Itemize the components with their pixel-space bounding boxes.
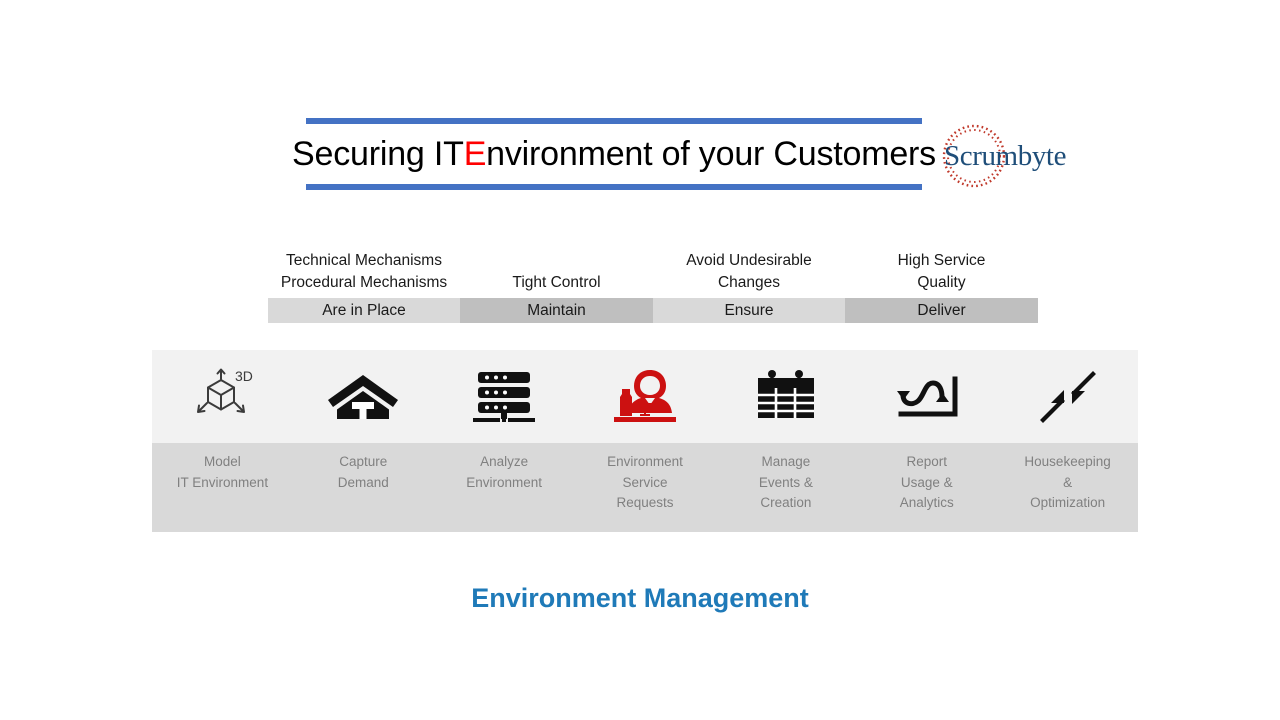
capability-label-line2: Usage & bbox=[900, 474, 953, 490]
outcome-bar-deliver: Deliver bbox=[845, 298, 1038, 323]
capability-label-line3: Optimization bbox=[1030, 495, 1106, 510]
capability-label: Capture Demand bbox=[338, 443, 389, 493]
outcome-bar-are-in-place: Are in Place bbox=[268, 298, 460, 323]
page-title: Environment Management bbox=[471, 583, 809, 613]
3d-cube-icon: 3D bbox=[191, 350, 253, 443]
outcomes-row: Technical Mechanisms Procedural Mechanis… bbox=[268, 250, 1038, 323]
capability-model-it-environment[interactable]: 3D Model IT Environment bbox=[152, 350, 293, 532]
banner-title-post: nvironment of your Customers bbox=[486, 134, 936, 173]
capability-label-line2: Service bbox=[622, 474, 668, 490]
capability-label-line1: Report bbox=[906, 454, 947, 469]
capability-label-line1: Model bbox=[204, 454, 241, 469]
capability-capture-demand[interactable]: Capture Demand bbox=[293, 350, 434, 532]
banner-title-highlight: E bbox=[463, 134, 487, 173]
compress-arrows-icon bbox=[1039, 350, 1097, 443]
outcome-head-1-line1: Technical Mechanisms bbox=[286, 252, 442, 269]
scrumbyte-logo: Scrumbyte bbox=[930, 118, 1090, 194]
outcome-bars: Are in Place Maintain Ensure Deliver bbox=[268, 298, 1038, 323]
capability-label-line3: Requests bbox=[616, 495, 674, 510]
outcome-bar-ensure: Ensure bbox=[653, 298, 845, 323]
capability-label-line2: Environment bbox=[466, 474, 543, 490]
capability-manage-events-creation[interactable]: Manage Events & Creation bbox=[715, 350, 856, 532]
slide-canvas: Securing IT Environment of your Customer… bbox=[0, 0, 1280, 720]
outcome-head-4: High Service Quality bbox=[845, 250, 1038, 298]
capability-label-line1: Housekeeping bbox=[1024, 454, 1111, 469]
capability-panel: 3D Model IT Environment Capture Demand A… bbox=[152, 350, 1138, 532]
capability-label-line2: Events & bbox=[758, 474, 813, 490]
outcome-head-2-line2: Tight Control bbox=[512, 274, 601, 291]
outcome-head-4-line2: Quality bbox=[917, 274, 966, 291]
outcome-headings: Technical Mechanisms Procedural Mechanis… bbox=[268, 250, 1038, 298]
capability-label: Manage Events & Creation bbox=[759, 443, 813, 514]
capability-analyze-environment[interactable]: Analyze Environment bbox=[434, 350, 575, 532]
capability-label-line1: Environment bbox=[607, 454, 683, 469]
outcome-head-4-line1: High Service bbox=[897, 252, 986, 269]
capability-label: Model IT Environment bbox=[177, 443, 268, 493]
outcome-bar-maintain: Maintain bbox=[460, 298, 653, 323]
outcome-head-3-line1: Avoid Undesirable bbox=[686, 252, 812, 269]
banner-title: Securing IT Environment of your Customer… bbox=[292, 126, 936, 182]
capability-label-line1: Manage bbox=[761, 454, 811, 469]
capability-label: Environment Service Requests bbox=[607, 443, 683, 514]
capability-housekeeping-optimization[interactable]: Housekeeping & Optimization bbox=[997, 350, 1138, 532]
outcome-head-3-line2: Changes bbox=[717, 274, 781, 291]
capability-label-line1: Analyze bbox=[480, 454, 529, 469]
outcome-head-3: Avoid Undesirable Changes bbox=[653, 250, 845, 298]
capability-label-line2: IT Environment bbox=[176, 474, 269, 490]
capability-report-usage-analytics[interactable]: Report Usage & Analytics bbox=[856, 350, 997, 532]
capability-label: Report Usage & Analytics bbox=[900, 443, 954, 514]
banner-title-pre: Securing IT bbox=[292, 134, 464, 173]
header-banner: Securing IT Environment of your Customer… bbox=[292, 118, 936, 190]
capability-label-line2: Demand bbox=[337, 474, 389, 490]
calendar-icon bbox=[754, 350, 818, 443]
outcome-head-1: Technical Mechanisms Procedural Mechanis… bbox=[268, 250, 460, 298]
capability-label-line2: & bbox=[1063, 474, 1073, 490]
capability-label: Analyze Environment bbox=[466, 443, 542, 493]
capability-label-line3: Analytics bbox=[899, 495, 954, 510]
capability-environment-service-requests[interactable]: Environment Service Requests bbox=[575, 350, 716, 532]
capability-label-line3: Creation bbox=[760, 495, 812, 510]
service-person-icon bbox=[612, 350, 678, 443]
svg-text:3D: 3D bbox=[235, 368, 253, 384]
banner-rule-top bbox=[306, 118, 922, 124]
outcome-head-1-line2: Procedural Mechanisms bbox=[280, 274, 448, 291]
house-icon bbox=[327, 350, 399, 443]
server-stack-icon bbox=[471, 350, 537, 443]
capability-label: Housekeeping & Optimization bbox=[1024, 443, 1110, 514]
capability-list: 3D Model IT Environment Capture Demand A… bbox=[152, 350, 1138, 532]
capability-label-line1: Capture bbox=[339, 454, 388, 469]
outcome-head-2: Tight Control bbox=[460, 250, 653, 298]
line-chart-icon bbox=[893, 350, 961, 443]
banner-rule-bottom bbox=[306, 184, 922, 190]
logo-wordmark: Scrumbyte bbox=[944, 140, 1067, 172]
